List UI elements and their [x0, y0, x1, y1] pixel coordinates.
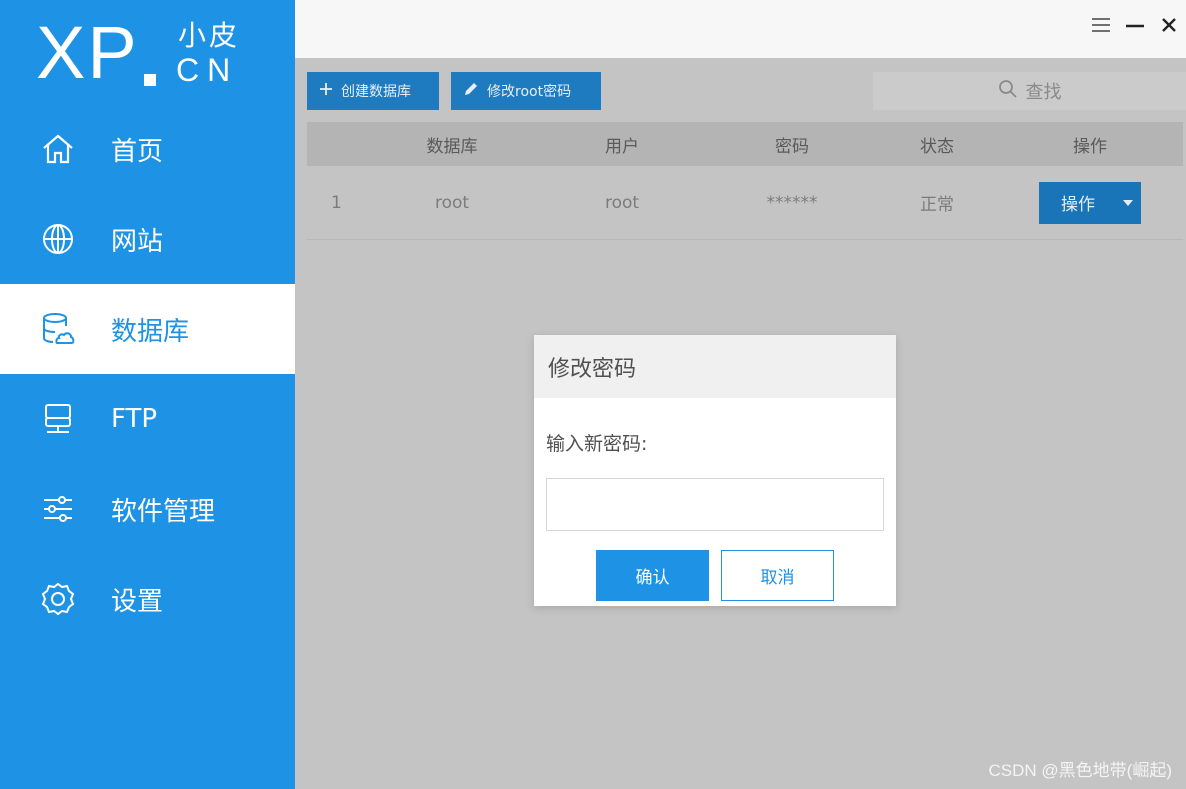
- home-icon: [38, 129, 78, 169]
- menu-icon[interactable]: [1090, 12, 1112, 38]
- database-table: 数据库 用户 密码 状态 操作 1 root root ****** 正常 操作: [307, 122, 1183, 240]
- column-header: 数据库: [426, 136, 478, 157]
- database-icon: [38, 309, 78, 349]
- sliders-icon: [38, 489, 78, 529]
- create-database-button[interactable]: 创建数据库: [307, 72, 439, 110]
- window-controls: [1090, 12, 1180, 38]
- modify-root-password-button[interactable]: 修改root密码: [451, 72, 601, 110]
- modify-root-password-label: 修改root密码: [487, 84, 572, 100]
- search-label: 查找: [1025, 82, 1062, 103]
- chevron-down-icon: [1123, 199, 1133, 206]
- cancel-button[interactable]: 取消: [721, 550, 834, 601]
- server-icon: [38, 399, 78, 439]
- column-header: 操作: [1073, 136, 1107, 157]
- table-header: 数据库 用户 密码 状态 操作: [307, 122, 1183, 166]
- create-database-label: 创建数据库: [341, 84, 411, 100]
- dialog-title: 修改密码: [534, 335, 896, 398]
- change-password-dialog: 修改密码 输入新密码: 确认 取消: [534, 335, 896, 606]
- column-header: 用户: [605, 136, 639, 157]
- cell-action: 操作: [997, 181, 1183, 224]
- sidebar-item-label: 软件管理: [111, 496, 216, 527]
- logo-dot: [144, 74, 156, 86]
- sidebar: XP 小皮 CN 首页 网站 数据库 FTP 软件管理 设置: [0, 0, 295, 789]
- new-password-label: 输入新密码:: [546, 433, 648, 455]
- logo-xp: XP: [36, 11, 139, 94]
- cell-user: root: [604, 192, 640, 213]
- row-index: 1: [331, 192, 342, 213]
- sidebar-item-settings[interactable]: 设置: [0, 554, 295, 644]
- cell-status: 正常: [920, 195, 954, 215]
- table-row: 1 root root ****** 正常 操作: [307, 166, 1183, 240]
- sidebar-item-home[interactable]: 首页: [0, 104, 295, 194]
- sidebar-item-label: 设置: [111, 586, 164, 617]
- column-header: 密码: [775, 136, 809, 157]
- sidebar-item-website[interactable]: 网站: [0, 194, 295, 284]
- logo-cn-zh: 小皮: [178, 19, 241, 52]
- sidebar-item-label: 首页: [111, 136, 164, 167]
- sidebar-item-database[interactable]: 数据库: [0, 284, 295, 374]
- sidebar-item-software[interactable]: 软件管理: [0, 464, 295, 554]
- cell-database: root: [434, 192, 470, 213]
- cell-password: ******: [766, 192, 818, 213]
- sidebar-item-label: 网站: [111, 226, 164, 257]
- sidebar-item-ftp[interactable]: FTP: [0, 374, 295, 464]
- pencil-icon: [463, 81, 479, 101]
- close-icon[interactable]: [1158, 12, 1180, 38]
- logo: XP 小皮 CN: [36, 8, 276, 108]
- gear-icon: [38, 579, 78, 619]
- confirm-button[interactable]: 确认: [596, 550, 709, 601]
- watermark: CSDN @黑色地带(崛起): [988, 761, 1172, 780]
- action-label: 操作: [1061, 195, 1095, 215]
- new-password-input[interactable]: [546, 478, 884, 531]
- plus-icon: [319, 82, 333, 100]
- globe-icon: [38, 219, 78, 259]
- title-bar: [295, 0, 1186, 58]
- search-icon: [998, 79, 1018, 104]
- sidebar-item-label: 数据库: [111, 316, 190, 347]
- search-box[interactable]: 查找: [873, 72, 1186, 110]
- action-dropdown-button[interactable]: 操作: [1039, 181, 1141, 224]
- sidebar-item-label: FTP: [111, 404, 158, 434]
- minimize-icon[interactable]: [1124, 12, 1146, 38]
- sidebar-nav: 首页 网站 数据库 FTP 软件管理 设置: [0, 104, 295, 644]
- logo-cn-en: CN: [176, 52, 239, 88]
- column-header: 状态: [920, 136, 954, 157]
